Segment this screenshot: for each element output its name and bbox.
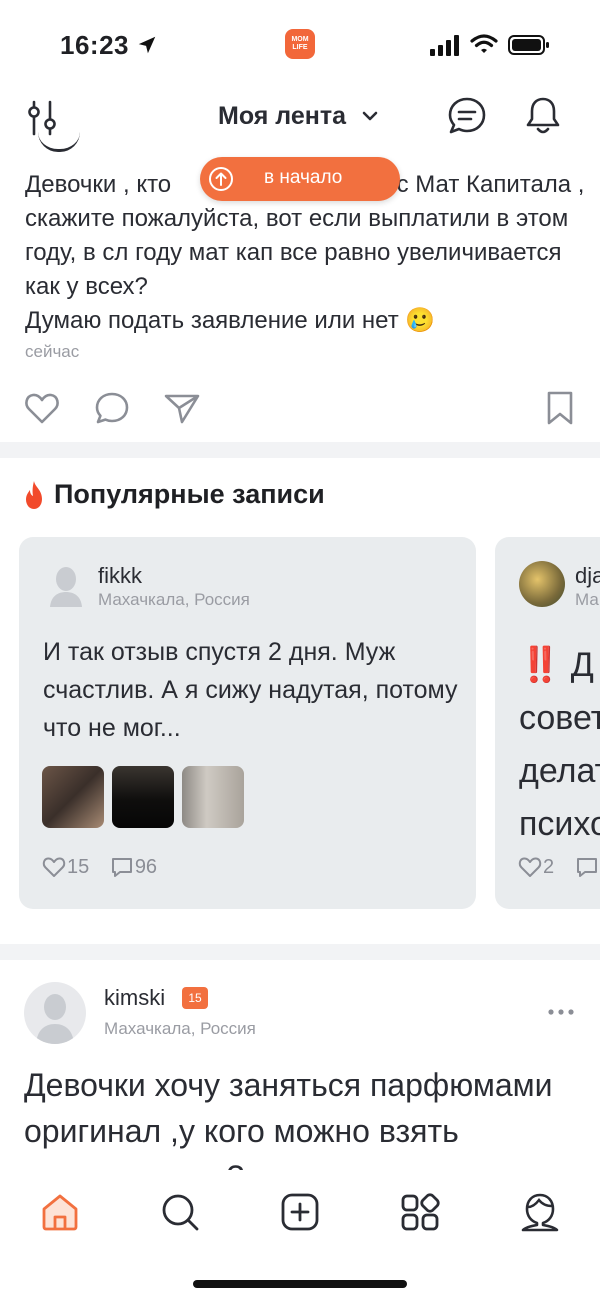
heart-icon[interactable] bbox=[22, 388, 62, 428]
author-location: Ма bbox=[575, 590, 599, 609]
services-grid-icon[interactable] bbox=[398, 1190, 442, 1234]
author-location: Махачкала, Россия bbox=[104, 1019, 256, 1038]
card-text[interactable]: И так отзыв спустя 2 дня. Муж счастлив. … bbox=[43, 633, 463, 747]
feed-title[interactable]: Моя лента bbox=[218, 102, 346, 131]
crying-emoji-icon: 🥲 bbox=[405, 307, 436, 334]
card-stats: 15 96 bbox=[41, 855, 171, 879]
heart-icon[interactable] bbox=[517, 855, 543, 879]
author-name[interactable]: fikkk bbox=[98, 563, 142, 589]
share-icon[interactable] bbox=[162, 388, 202, 428]
photo-thumbnail[interactable] bbox=[42, 766, 104, 828]
section-divider bbox=[0, 442, 600, 458]
profile-icon[interactable] bbox=[518, 1190, 562, 1234]
chat-icon[interactable] bbox=[446, 95, 488, 137]
fire-icon bbox=[26, 481, 42, 509]
bell-icon[interactable] bbox=[522, 94, 564, 138]
post-timestamp: сейчас bbox=[25, 342, 80, 361]
status-bar: 16:23 MOM LIFE bbox=[0, 0, 600, 90]
avatar[interactable] bbox=[519, 561, 565, 607]
more-options-icon[interactable] bbox=[546, 1004, 576, 1020]
signal-icon bbox=[430, 35, 459, 56]
section-divider bbox=[0, 944, 600, 960]
status-time: 16:23 bbox=[60, 30, 129, 60]
popular-card[interactable]: fikkk Махачкала, Россия И так отзыв спус… bbox=[19, 537, 476, 909]
heart-icon[interactable] bbox=[41, 855, 67, 879]
top-header: Моя лента bbox=[0, 90, 600, 150]
card-text[interactable]: ‼️ Д совет делат психо bbox=[519, 639, 600, 851]
comment-icon[interactable] bbox=[574, 855, 600, 879]
popular-title: Популярные записи bbox=[54, 479, 325, 509]
comment-icon[interactable] bbox=[109, 855, 135, 879]
location-arrow-icon bbox=[138, 36, 156, 54]
like-count: 2 bbox=[543, 855, 555, 878]
level-badge: 15 bbox=[182, 987, 208, 1009]
search-icon[interactable] bbox=[158, 1190, 202, 1234]
add-post-icon[interactable] bbox=[278, 1190, 322, 1234]
post-text[interactable]: Девочки хочу заняться парфюмами оригинал… bbox=[24, 1062, 584, 1170]
app-logo-icon: MOM LIFE bbox=[285, 29, 315, 59]
scroll-to-top-label: в начало bbox=[264, 167, 343, 188]
popular-card[interactable]: dja Ма ‼️ Д совет делат психо 2 bbox=[495, 537, 600, 909]
bottom-tab-bar bbox=[0, 1170, 600, 1300]
exclamation-icon: ‼️ bbox=[519, 646, 562, 684]
chevron-down-icon[interactable] bbox=[360, 106, 380, 126]
author-name[interactable]: dja bbox=[575, 563, 600, 589]
default-avatar-icon bbox=[36, 994, 74, 1044]
comment-icon[interactable] bbox=[92, 388, 132, 428]
home-icon[interactable] bbox=[38, 1190, 82, 1234]
bookmark-icon[interactable] bbox=[540, 388, 580, 428]
wifi-icon bbox=[470, 34, 498, 53]
photo-thumbnail[interactable] bbox=[112, 766, 174, 828]
avatar[interactable] bbox=[24, 982, 86, 1044]
home-indicator bbox=[193, 1280, 407, 1288]
battery-icon bbox=[508, 35, 549, 55]
scroll-to-top-button[interactable]: в начало bbox=[200, 157, 400, 201]
comment-count: 96 bbox=[134, 855, 158, 878]
author-location: Махачкала, Россия bbox=[98, 590, 250, 609]
avatar[interactable] bbox=[47, 563, 85, 607]
post-actions bbox=[0, 388, 600, 432]
card-stats: 2 bbox=[517, 855, 600, 879]
author-name[interactable]: kimski bbox=[104, 985, 165, 1011]
like-count: 15 bbox=[67, 855, 90, 878]
photo-thumbnail[interactable] bbox=[182, 766, 244, 828]
arrow-up-icon bbox=[209, 167, 233, 191]
